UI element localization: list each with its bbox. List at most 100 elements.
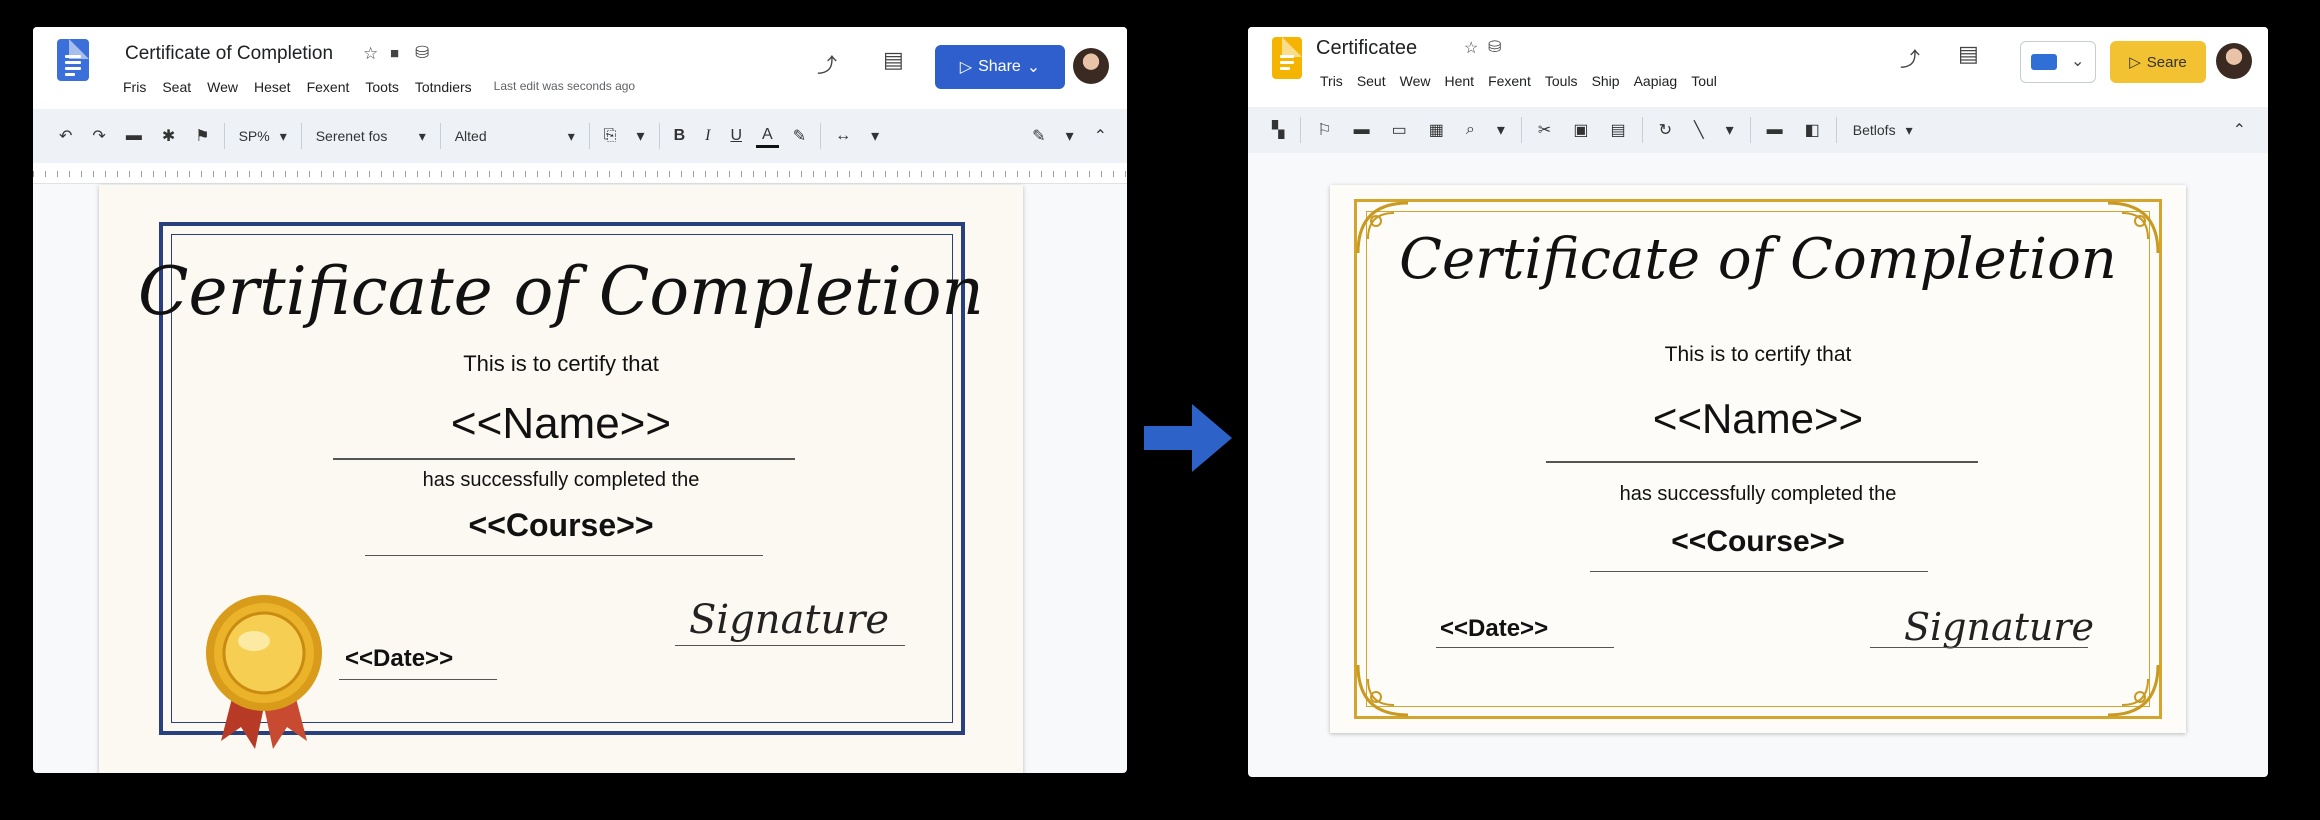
menu-item[interactable]: Toots	[365, 79, 398, 95]
toolbar-divider	[223, 123, 225, 149]
docs-logo-icon[interactable]	[57, 39, 89, 81]
slides-icon[interactable]: ▭	[1386, 118, 1413, 142]
chevron-down-icon: ▾	[418, 127, 426, 144]
share-button[interactable]: ▷ Seare	[2110, 41, 2206, 83]
editing-mode-icon[interactable]: ✎	[1026, 124, 1051, 148]
document-title[interactable]: Certificate of Completion	[125, 43, 333, 65]
redo-icon[interactable]: ↷	[86, 124, 111, 148]
chevron-down-icon: ▾	[567, 127, 575, 144]
table-icon[interactable]: ▬	[1761, 119, 1789, 141]
menu-item[interactable]: Seat	[162, 79, 191, 95]
cut-icon[interactable]: ✂	[1532, 118, 1557, 142]
star-icon[interactable]: ☆	[1464, 38, 1478, 58]
menu-item[interactable]: Wew	[207, 79, 238, 95]
print-icon[interactable]: ▬	[120, 125, 148, 147]
chevron-down-icon[interactable]: ▾	[865, 124, 885, 148]
share-button[interactable]: ▷ Share ⌄	[935, 45, 1065, 89]
collapse-toolbar-icon[interactable]: ⌃	[2227, 118, 2252, 142]
google-docs-window-right: Certificatee ☆ ⛁ Tris Seut Wew Hent Fexe…	[1248, 27, 2268, 777]
menu-item[interactable]: Fexent	[307, 79, 350, 95]
avatar[interactable]	[2216, 43, 2252, 79]
bold-button[interactable]: B	[668, 125, 692, 147]
paragraph-style-select[interactable]: Serenet fos ▾	[310, 128, 432, 145]
menu-item[interactable]: Ship	[1592, 73, 1620, 89]
spellcheck-icon[interactable]: ✱	[156, 124, 181, 148]
signature-underline	[675, 645, 905, 646]
layout-icon[interactable]: ▬	[1348, 119, 1376, 141]
star-icon[interactable]: ☆	[363, 44, 378, 64]
italic-button[interactable]: I	[699, 125, 716, 147]
avatar[interactable]	[1073, 48, 1109, 84]
image-insert-icon[interactable]: ◧	[1799, 118, 1826, 142]
style-value: Serenet fos	[315, 128, 388, 144]
toolbar-divider	[588, 123, 590, 149]
activity-trend-icon[interactable]: ⤴	[817, 49, 837, 78]
activity-trend-icon[interactable]: ⤴	[1900, 43, 1920, 72]
toolbar-divider	[300, 123, 302, 149]
toolbar-divider	[439, 123, 441, 149]
document-title[interactable]: Certificatee	[1316, 37, 1417, 60]
underline-button[interactable]: U	[724, 125, 748, 147]
cloud-status-icon[interactable]: ⛁	[1488, 37, 1501, 57]
flag-icon[interactable]: ⚐	[1311, 118, 1337, 142]
formatting-toolbar-left: ↶ ↷ ▬ ✱ ⚑ SP% ▾ Serenet fos ▾ Alted ▾ ⎘ ▾ B…	[33, 109, 1127, 163]
align-icon[interactable]: ↔	[829, 125, 857, 147]
image-icon[interactable]: ▤	[1604, 118, 1631, 142]
menu-item[interactable]: Wew	[1400, 73, 1431, 89]
chevron-down-icon[interactable]: ▾	[1491, 118, 1511, 142]
grid-icon[interactable]: ▦	[1423, 118, 1450, 142]
completed-text: has successfully completed the	[1619, 483, 1897, 505]
menu-item[interactable]: Fris	[123, 79, 146, 95]
paint-format-icon[interactable]: ⚑	[189, 124, 215, 148]
last-edit-status[interactable]: Last edit was seconds ago	[494, 79, 635, 95]
google-docs-window-left: Certificate of Completion ☆ ■ ⛁ Fris Sea…	[33, 27, 1127, 773]
menu-item[interactable]: Seut	[1357, 73, 1386, 89]
rotate-icon[interactable]: ↻	[1653, 118, 1678, 142]
font-value: Alted	[454, 128, 487, 144]
name-placeholder: <<Name>>	[450, 399, 672, 448]
font-select[interactable]: Alted ▾	[449, 128, 581, 145]
text-color-button[interactable]: A	[756, 125, 779, 148]
menu-bar: Tris Seut Wew Hent Fexent Touls Ship Aap…	[1320, 73, 1717, 89]
formatting-toolbar-right: ▚ ⚐ ▬ ▭ ▦ ⌕ ▾ ✂ ▣ ▤ ↻ ╲ ▾ ▬ ◧ Betlofs ▾ ⌃	[1248, 107, 2268, 153]
menu-bar: Fris Seat Wew Heset Fexent Toots Totndie…	[123, 79, 635, 95]
menu-item[interactable]: Toul	[1691, 73, 1717, 89]
highlight-icon[interactable]: ✎	[787, 124, 812, 148]
cloud-status-icon[interactable]: ⛁	[415, 43, 429, 63]
docs-logo-icon[interactable]	[1272, 37, 1302, 79]
menus-toggle-icon[interactable]: ▚	[1266, 118, 1290, 142]
menu-item[interactable]: Fexent	[1488, 73, 1531, 89]
line-icon[interactable]: ╲	[1688, 118, 1710, 142]
menu-item[interactable]: Tris	[1320, 73, 1343, 89]
certificate-page-right[interactable]: Certificate of Completion This is to cer…	[1330, 185, 2186, 733]
meet-button[interactable]: ⌄	[2020, 41, 2096, 83]
search-icon[interactable]: ⌕	[1460, 119, 1481, 141]
zoom-select[interactable]: SP% ▾	[233, 128, 293, 145]
menu-item[interactable]: Hent	[1444, 73, 1474, 89]
comments-icon[interactable]: ▤	[883, 47, 904, 73]
toolbar-divider	[1749, 117, 1751, 143]
chevron-down-icon[interactable]: ▾	[631, 124, 651, 148]
text-box-icon[interactable]: ▣	[1567, 118, 1594, 142]
course-underline	[1590, 571, 1928, 572]
toolbar-divider	[1835, 117, 1837, 143]
video-camera-icon	[2031, 54, 2057, 70]
menu-item[interactable]: Touls	[1545, 73, 1578, 89]
date-placeholder: <<Date>>	[1440, 615, 1549, 642]
certificate-page-left[interactable]: Certificate of Completion This is to cer…	[99, 185, 1023, 773]
name-placeholder: <<Name>>	[1652, 395, 1864, 442]
toolbar-divider	[1300, 117, 1302, 143]
menu-item[interactable]: Totndiers	[415, 79, 472, 95]
name-underline	[333, 458, 795, 460]
menu-item[interactable]: Heset	[254, 79, 291, 95]
ruler[interactable]	[33, 163, 1127, 184]
comments-icon[interactable]: ▤	[1958, 41, 1979, 67]
link-icon[interactable]: ⎘	[598, 125, 623, 147]
undo-icon[interactable]: ↶	[53, 124, 78, 148]
chevron-down-icon[interactable]: ▾	[1720, 118, 1740, 142]
collapse-toolbar-icon[interactable]: ⌃	[1088, 124, 1113, 148]
move-to-folder-icon[interactable]: ■	[390, 45, 399, 62]
options-dropdown[interactable]: Betlofs ▾	[1847, 122, 1919, 139]
chevron-down-icon[interactable]: ▾	[1060, 124, 1080, 148]
menu-item[interactable]: Aapiag	[1634, 73, 1678, 89]
